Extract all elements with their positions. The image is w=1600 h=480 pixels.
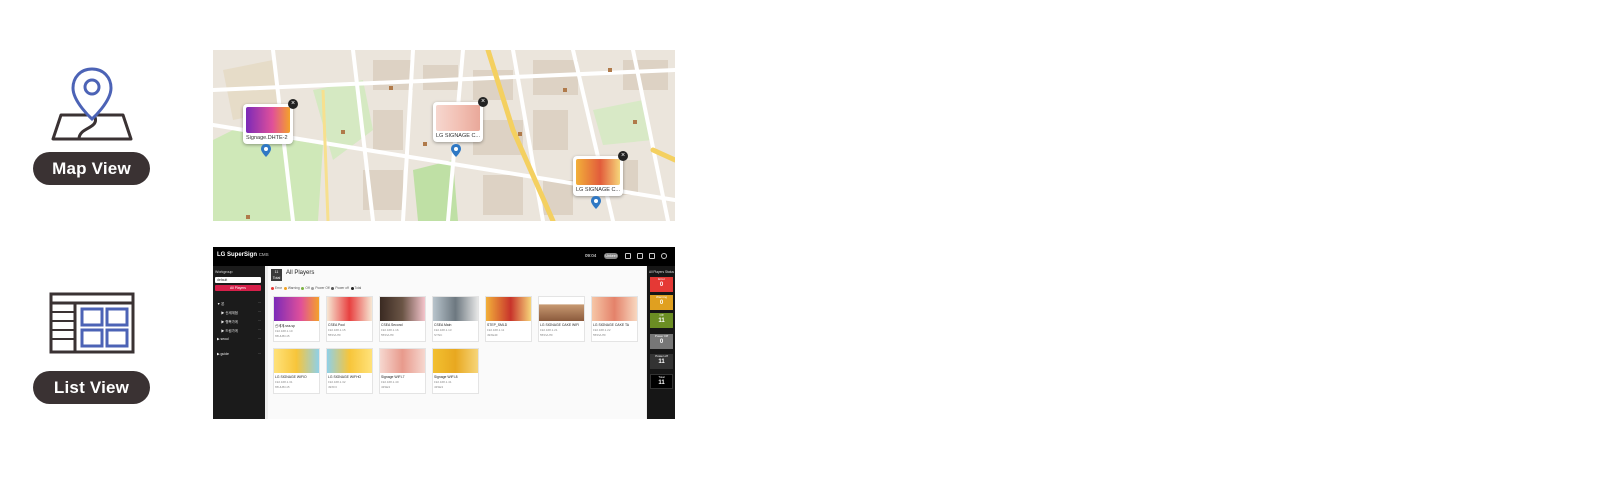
workgroup-label: Workgroup — [215, 270, 233, 274]
map-popup[interactable]: LG SIGNAGE C... × — [433, 97, 489, 142]
player-card[interactable]: Signage WIFI-7 192.168.1.40 43SE3 — [379, 348, 426, 394]
map-popup[interactable]: Signage.DHTE-2 × — [243, 99, 298, 144]
settings-icon[interactable] — [661, 253, 667, 259]
status-box-power-off[interactable]: Power Off 0 — [650, 334, 673, 349]
list-screenshot: LG SuperSign CMS 09:04 Unkeel Workgroup … — [213, 247, 675, 419]
player-card[interactable]: STEP_SMLD 192.168.1.11 49XE4F — [485, 296, 532, 342]
sidebar-item[interactable]: ▶ 드림가게 ··· — [221, 328, 261, 333]
signage-thumbnail — [576, 159, 620, 185]
sidebar-item[interactable]: ▶ 행복가게 ··· — [221, 319, 261, 324]
status-title: All Players Status — [649, 270, 674, 274]
player-card[interactable]: CSEA Main 192.168.1.13 SYNC — [432, 296, 479, 342]
player-thumbnail — [274, 297, 319, 321]
map-marker-icon[interactable] — [591, 196, 601, 209]
player-thumbnail — [327, 349, 372, 373]
map-marker-icon[interactable] — [451, 144, 461, 157]
close-icon[interactable]: × — [478, 97, 489, 107]
grid-list-icon — [47, 283, 137, 363]
player-card[interactable]: Signage WIFI-8 192.168.1.41 43SE3 — [432, 348, 479, 394]
player-card[interactable]: CSEA Pool 192.168.1.15 55SVH7F — [326, 296, 373, 342]
sidebar-item[interactable]: ▶ 신세계점 ··· — [221, 310, 261, 315]
status-panel: All Players Status Error 0 Warning 0 Off 11… — [647, 266, 675, 419]
legend-item: Total — [350, 286, 361, 290]
notification-icon[interactable] — [649, 253, 655, 259]
player-card[interactable]: LG SIGNAGE WIFIO 192.168.1.31 65UH5C-B — [273, 348, 320, 394]
player-card[interactable]: LG SIGNAGE CAKE WIFI 192.168.1.21 55SVH7… — [538, 296, 585, 342]
signage-thumbnail — [246, 107, 290, 133]
clock-text: 09:04 — [585, 253, 597, 258]
list-view-label: List View — [33, 371, 150, 404]
player-thumbnail — [592, 297, 637, 321]
popup-caption: LG SIGNAGE C... — [576, 187, 621, 193]
player-thumbnail — [380, 297, 425, 321]
player-thumbnail — [327, 297, 372, 321]
close-icon[interactable]: × — [618, 151, 629, 161]
map-view-label: Map View — [33, 152, 150, 185]
player-thumbnail — [274, 349, 319, 373]
player-card[interactable]: CSEA Second 192.168.1.16 55SVH7F — [379, 296, 426, 342]
players-content: 11 Total All Players Error Warning Off Po… — [268, 266, 646, 419]
player-count-badge: 11 Total — [271, 269, 282, 281]
map-pin-icon — [47, 64, 137, 144]
sidebar-item[interactable]: ▶ guide ··· — [217, 352, 261, 356]
status-box-power-off-2[interactable]: Power off 11 — [650, 354, 673, 369]
player-card[interactable]: LG SIGNAGE CAKE TA 192.168.1.22 55SVH7F — [591, 296, 638, 342]
status-box-off[interactable]: Off 11 — [650, 313, 673, 328]
app-header: LG SuperSign CMS 09:04 Unkeel — [213, 247, 675, 266]
app-logo: LG SuperSign CMS — [217, 252, 269, 258]
legend-item: Warning — [283, 286, 300, 290]
player-thumbnail — [486, 297, 531, 321]
status-box-error[interactable]: Error 0 — [650, 277, 673, 292]
status-box-total[interactable]: Total 11 — [650, 374, 673, 389]
list-view-feature: List View — [33, 283, 150, 404]
sidebar-item[interactable]: ▶ seoul ··· — [217, 337, 261, 341]
message-icon[interactable] — [625, 253, 631, 259]
user-badge[interactable]: Unkeel — [604, 253, 618, 259]
workgroup-select[interactable]: default — [215, 277, 261, 283]
popup-caption: LG SIGNAGE C... — [436, 133, 481, 139]
legend-item: Power Off — [311, 286, 330, 290]
legend-item: Error — [271, 286, 282, 290]
player-thumbnail — [433, 349, 478, 373]
map-screenshot[interactable]: Signage.DHTE-2 × LG SIGNAGE C... × LG SI… — [213, 50, 675, 221]
player-thumbnail — [433, 297, 478, 321]
close-icon[interactable]: × — [288, 99, 298, 109]
player-thumbnail — [539, 297, 584, 321]
map-view-feature: Map View — [33, 64, 150, 185]
page-title: All Players — [286, 270, 315, 276]
player-thumbnail — [380, 349, 425, 373]
copy-icon[interactable] — [637, 253, 643, 259]
legend-item: Off — [301, 286, 310, 290]
status-legend: Error Warning Off Power Off Power off To… — [271, 286, 361, 290]
map-marker-icon[interactable] — [261, 144, 271, 157]
status-box-warning[interactable]: Warning 0 — [650, 295, 673, 310]
legend-item: Power off — [331, 286, 349, 290]
workgroup-sidebar: Workgroup default All Players ▼ 본 ··· ▶ 신… — [213, 266, 265, 419]
player-card[interactable]: LG SIGNAGE WIFHO 192.168.1.32 49XF3 — [326, 348, 373, 394]
map-popup[interactable]: LG SIGNAGE C... × — [573, 151, 629, 196]
sidebar-item[interactable]: ▼ 본 ··· — [217, 301, 261, 306]
feature-showcase: Map View List View Signage.DHTE-2 × LG S… — [0, 0, 1600, 480]
player-card[interactable]: 신세계.sss.sp 192.168.1.10 65UH5C-B — [273, 296, 320, 342]
signage-thumbnail — [436, 105, 480, 131]
popup-caption: Signage.DHTE-2 — [246, 135, 288, 141]
all-players-button[interactable]: All Players — [215, 285, 261, 291]
